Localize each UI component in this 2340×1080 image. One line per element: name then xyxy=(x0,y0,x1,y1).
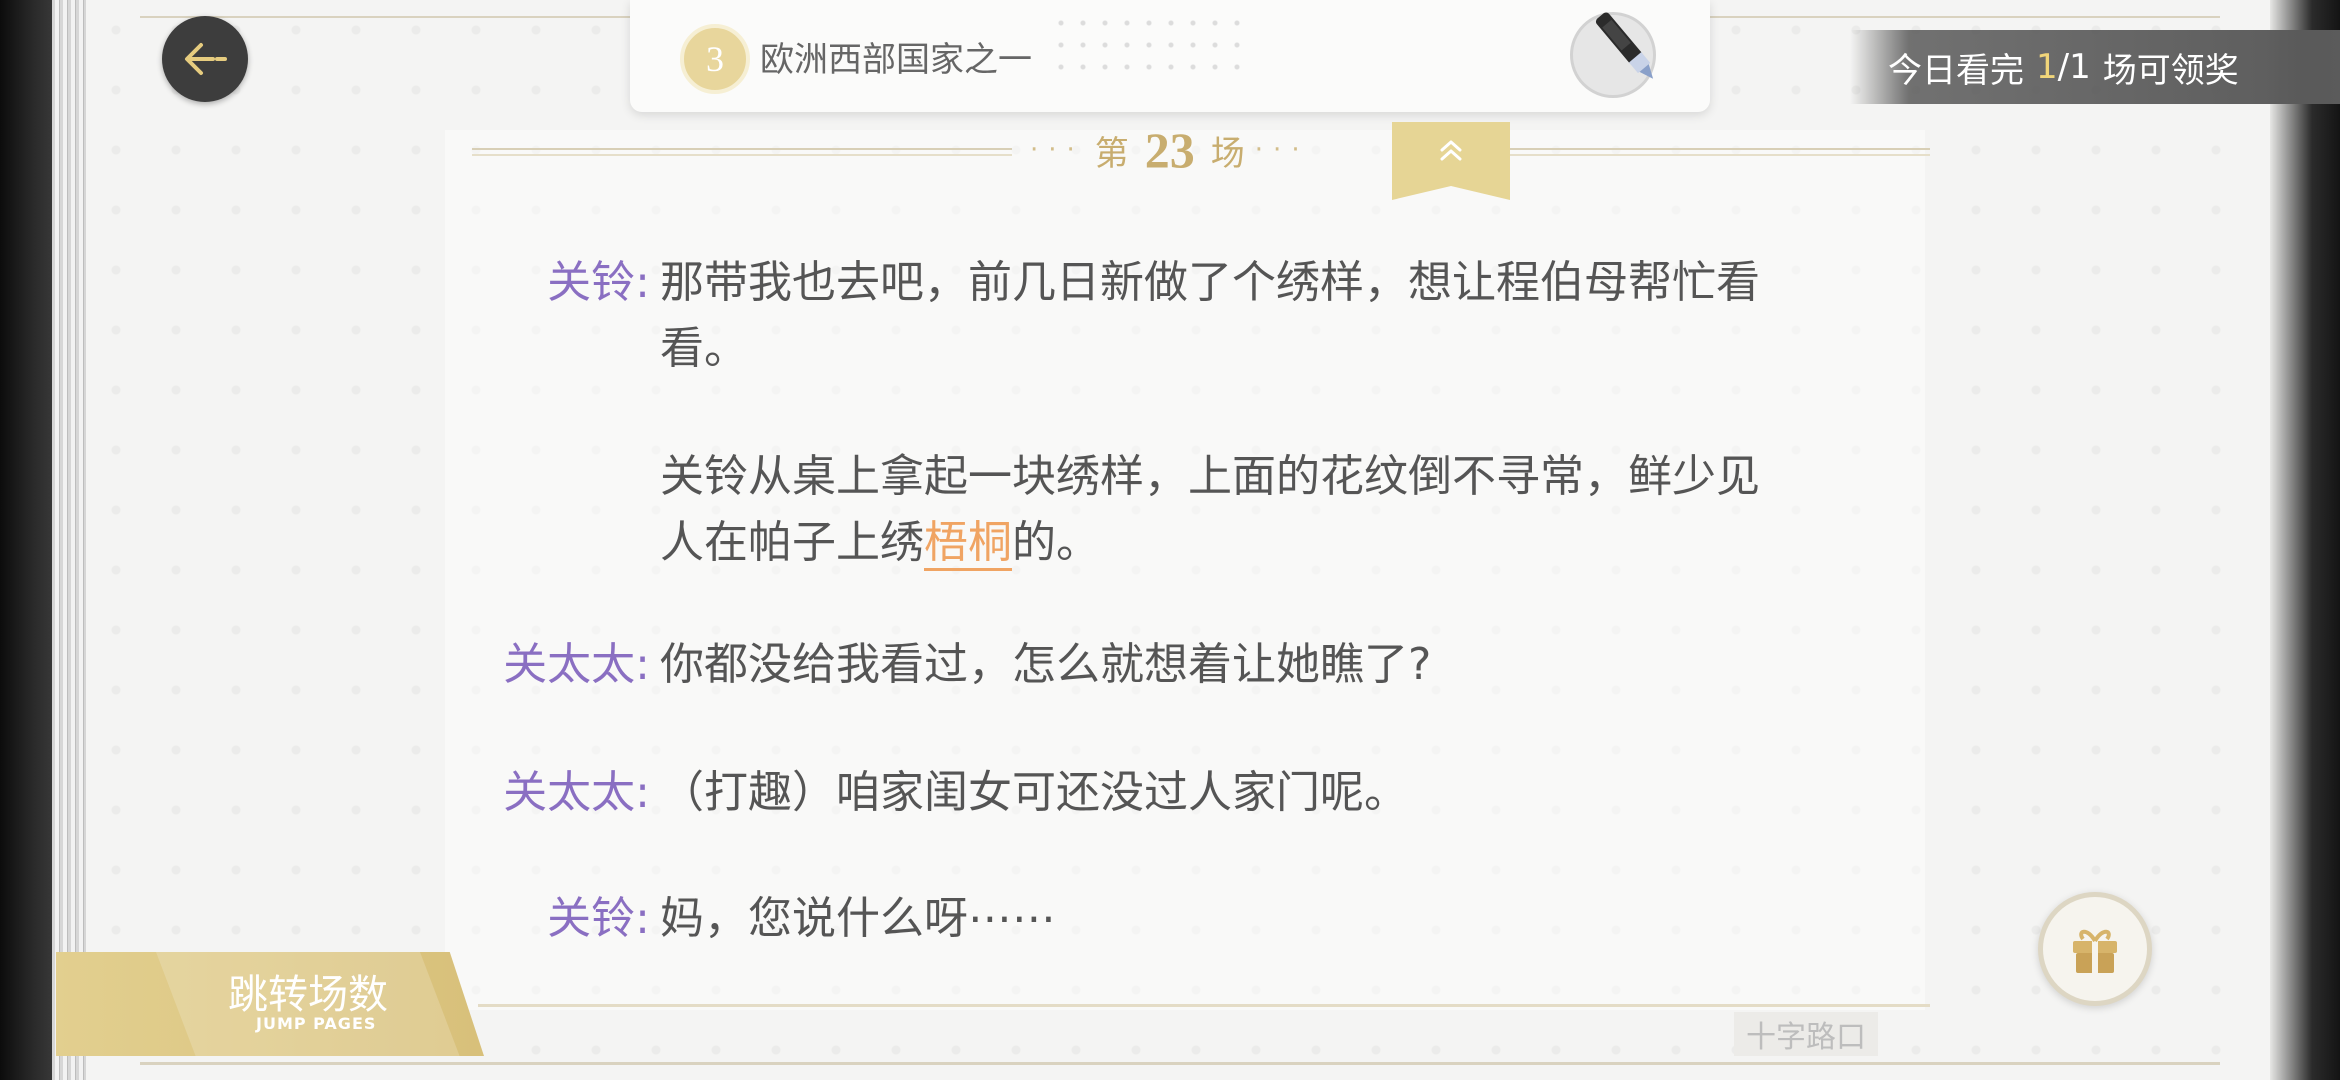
note-pen-button[interactable] xyxy=(1570,12,1656,98)
speaker-name: 关铃: xyxy=(547,257,650,308)
gift-button[interactable] xyxy=(2038,892,2152,1006)
reward-progress-done: 1 xyxy=(2036,47,2058,87)
speaker-name: 关太太: xyxy=(503,767,650,818)
back-arrow-icon xyxy=(185,43,227,75)
speaker-name: 关太太: xyxy=(503,639,650,690)
narration-line: 关铃从桌上拿起一块绣样，上面的花纹倒不寻常，鲜少见 xyxy=(660,451,1760,502)
scene-divider-right xyxy=(1508,148,1930,156)
back-button[interactable] xyxy=(162,16,248,102)
jump-pages-title: 跳转场数 xyxy=(228,972,388,1018)
speaker-name: 关铃: xyxy=(547,893,650,944)
script-bottom-divider xyxy=(478,1004,1930,1007)
chapter-title: 欧洲西部国家之一 xyxy=(760,40,1032,80)
narration-text: 的。 xyxy=(1012,517,1100,568)
dialogue-line: 你都没给我看过，怎么就想着让她瞧了? xyxy=(660,639,1432,690)
decorative-dots xyxy=(1050,12,1250,82)
reward-suffix: 场可领奖 xyxy=(2102,50,2239,91)
scene-dots-left: ··· xyxy=(1030,135,1085,165)
scene-divider-left xyxy=(472,148,1012,156)
device-edge-left xyxy=(0,0,56,1080)
jump-pages-button[interactable]: 跳转场数 JUMP PAGES xyxy=(56,952,484,1056)
jump-pages-subtitle: JUMP PAGES xyxy=(256,1014,377,1033)
keyword-link[interactable]: 梧桐 xyxy=(924,517,1012,571)
dialogue-line: 妈，您说什么呀⋯⋯ xyxy=(660,893,1056,944)
narration-line: 人在帕子上绣梧桐的。 xyxy=(660,510,1880,576)
scene-suffix: 场 xyxy=(1210,133,1245,174)
reward-progress-total: /1 xyxy=(2057,47,2091,87)
reward-prefix: 今日看完 xyxy=(1888,50,2024,91)
scene-number: 23 xyxy=(1144,122,1195,178)
gift-icon xyxy=(2073,929,2117,973)
device-edge-right xyxy=(2270,0,2340,1080)
daily-reward-banner[interactable]: 今日看完 1 /1 场可领奖 xyxy=(1850,30,2340,104)
dialogue-line: （打趣）咱家闺女可还没过人家门呢。 xyxy=(660,767,1408,818)
chevron-up-icon xyxy=(1440,140,1462,161)
scene-header: ··· 第 23 场 ··· xyxy=(1030,120,1310,180)
bottom-divider xyxy=(140,1062,2220,1065)
scene-location-tag: 十字路口 xyxy=(1734,1012,1878,1056)
dialogue-line: 看。 xyxy=(660,323,748,374)
book-page-stack xyxy=(52,0,88,1080)
narration-text: 人在帕子上绣 xyxy=(660,517,924,568)
pen-icon xyxy=(1595,12,1654,79)
scene-dots-right: ··· xyxy=(1254,135,1310,165)
scene-prefix: 第 xyxy=(1094,133,1129,174)
dialogue-line: 那带我也去吧，前几日新做了个绣样，想让程伯母帮忙看 xyxy=(660,257,1760,308)
chapter-bar[interactable]: 3 欧洲西部国家之一 xyxy=(630,0,1710,112)
chapter-number-badge: 3 xyxy=(680,24,750,94)
